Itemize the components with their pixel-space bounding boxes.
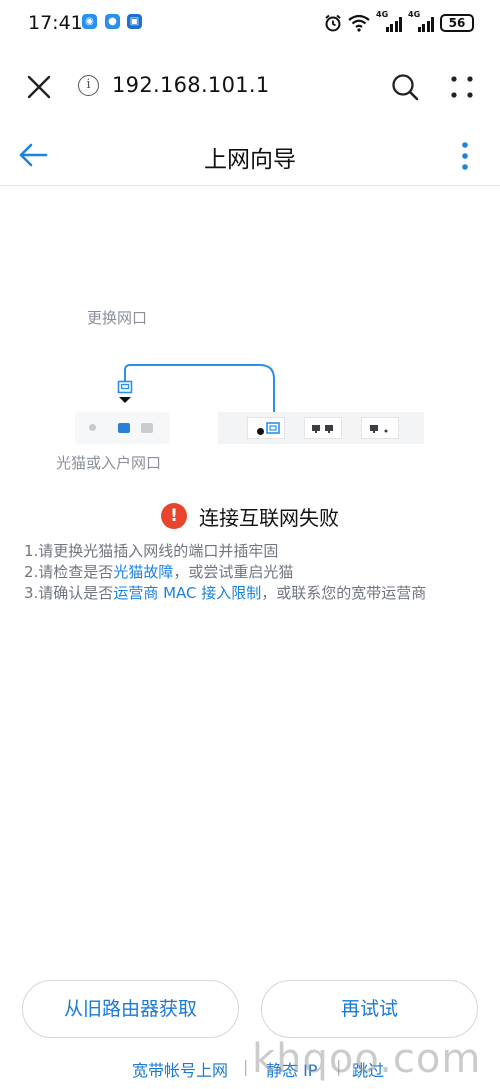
chat-app-icon: ▣ (127, 14, 142, 29)
error-banner: ! 连接互联网失败 (0, 500, 500, 532)
mac-restriction-link[interactable]: 运营商 MAC 接入限制 (113, 584, 261, 602)
status-time: 17:41 (28, 12, 83, 34)
lan-port-icon (370, 425, 388, 433)
ethernet-plug-icon (117, 380, 133, 403)
page-title: 上网向导 (204, 147, 296, 173)
alarm-icon (325, 14, 341, 32)
modem-port-active (118, 423, 130, 433)
get-from-old-router-button[interactable]: 从旧路由器获取 (22, 980, 239, 1038)
modem-led-indicator (89, 424, 96, 431)
battery-indicator: 56 (440, 14, 474, 32)
app-header: 上网向导 (0, 128, 500, 186)
troubleshooting-tips: 1.请更换光猫插入网线的端口并插牢固 2.请检查是否光猫故障，或尝试重启光猫 3… (24, 541, 426, 604)
status-bar: 17:41 ◉ ● ▣ 4G 4G 56 (0, 0, 500, 46)
browser-toolbar: i 192.168.101.1 (0, 58, 500, 116)
retry-button[interactable]: 再试试 (261, 980, 478, 1038)
lan-port-icon (312, 425, 333, 433)
wifi-icon (348, 14, 370, 32)
router-plug-icon (266, 422, 280, 434)
site-info-icon[interactable]: i (78, 75, 99, 96)
address-bar-url[interactable]: 192.168.101.1 (112, 73, 270, 97)
status-icons: 4G 4G 56 (324, 10, 474, 34)
more-vertical-icon[interactable] (460, 141, 470, 171)
close-icon[interactable] (27, 75, 51, 99)
error-icon: ! (161, 503, 187, 529)
modem-label: 光猫或入户网口 (56, 454, 162, 472)
broadband-account-link[interactable]: 宽带帐号上网 (132, 1057, 228, 1081)
cellular-signal-1-icon: 4G (376, 10, 402, 32)
watermark: khqoo.com (252, 1036, 482, 1082)
modem-fault-link[interactable]: 光猫故障 (113, 563, 173, 581)
modem-port (141, 423, 153, 433)
error-message: 连接互联网失败 (199, 505, 339, 530)
router-wan-dot (257, 428, 264, 435)
change-port-label: 更换网口 (87, 309, 148, 327)
tip-1: 1.请更换光猫插入网线的端口并插牢固 (24, 542, 279, 560)
wifi-app-icon: ◉ (82, 14, 97, 29)
tip-2: 2.请检查是否光猫故障，或尝试重启光猫 (24, 563, 294, 581)
footer-separator: | (243, 1057, 249, 1076)
more-grid-icon[interactable] (450, 75, 474, 99)
cellular-signal-2-icon: 4G (408, 10, 434, 32)
message-app-icon: ● (105, 14, 120, 29)
search-icon[interactable] (391, 73, 419, 101)
tip-3: 3.请确认是否运营商 MAC 接入限制，或联系您的宽带运营商 (24, 584, 427, 602)
